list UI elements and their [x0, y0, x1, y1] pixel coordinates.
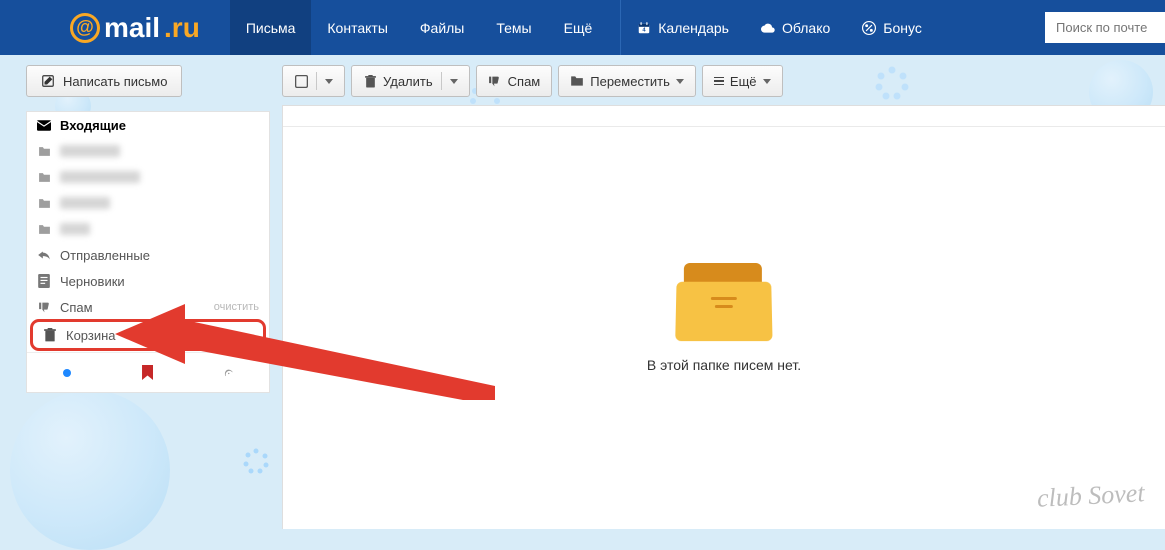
more-label: Ещё: [730, 74, 757, 89]
cloud-icon: [761, 21, 775, 35]
menu-icon: [714, 77, 724, 86]
service-cloud[interactable]: Облако: [745, 0, 846, 55]
reply-icon: [37, 248, 51, 262]
trash-icon: [363, 74, 377, 88]
folder-sent[interactable]: Отправленные: [27, 242, 269, 268]
chevron-down-icon: [676, 79, 684, 84]
folder-sent-label: Отправленные: [60, 248, 150, 263]
folder-custom-3[interactable]: [27, 190, 269, 216]
delete-label: Удалить: [383, 74, 433, 89]
nav-tabs: Письма Контакты Файлы Темы Ещё: [230, 0, 608, 55]
folder-drafts-label: Черновики: [60, 274, 125, 289]
folder-custom-2[interactable]: [27, 164, 269, 190]
folder-filter-row: 𝄐: [27, 352, 269, 392]
chevron-down-icon: [763, 79, 771, 84]
folder-spam-label: Спам: [60, 300, 93, 315]
nav-services: 4 Календарь Облако Бонус: [620, 0, 938, 55]
thumbdown-icon: [488, 74, 502, 88]
more-button[interactable]: Ещё: [702, 65, 783, 97]
inbox-icon: [37, 118, 51, 132]
folder-icon: [37, 170, 51, 184]
flag-icon[interactable]: [142, 365, 153, 380]
service-calendar[interactable]: 4 Календарь: [621, 0, 745, 55]
tab-themes[interactable]: Темы: [480, 0, 547, 55]
folder-icon: [37, 222, 51, 236]
service-bonus-label: Бонус: [883, 20, 922, 36]
empty-folder-icon: [676, 263, 772, 341]
folder-custom-4[interactable]: [27, 216, 269, 242]
folder-custom-1[interactable]: [27, 138, 269, 164]
logo-at-icon: @: [70, 13, 100, 43]
tab-files[interactable]: Файлы: [404, 0, 480, 55]
folder-spam[interactable]: Спам очистить: [27, 294, 269, 320]
move-button[interactable]: Переместить: [558, 65, 696, 97]
top-header: @ mail .ru Письма Контакты Файлы Темы Ещ…: [0, 0, 1165, 55]
compose-label: Написать письмо: [63, 74, 167, 89]
chevron-down-icon: [325, 79, 333, 84]
trash-icon: [43, 328, 57, 342]
folder-inbox-label: Входящие: [60, 118, 126, 133]
thumbdown-icon: [37, 300, 51, 314]
tab-contacts[interactable]: Контакты: [311, 0, 403, 55]
select-all-button[interactable]: [282, 65, 345, 97]
empty-state: В этой папке писем нет.: [647, 263, 801, 373]
folder-inbox[interactable]: Входящие: [27, 112, 269, 138]
percent-icon: [862, 21, 876, 35]
service-bonus[interactable]: Бонус: [846, 0, 938, 55]
chevron-down-icon: [450, 79, 458, 84]
tab-more[interactable]: Ещё: [548, 0, 609, 55]
mail-content-pane: В этой папке писем нет.: [282, 105, 1165, 529]
folder-trash-label: Корзина: [66, 328, 116, 343]
logo[interactable]: @ mail .ru: [0, 12, 230, 44]
spam-button[interactable]: Спам: [476, 65, 553, 97]
service-calendar-label: Календарь: [658, 20, 729, 36]
folder-list: Входящие Отправленные Черновики Спам очи…: [26, 111, 270, 393]
tab-mail[interactable]: Письма: [230, 0, 312, 55]
spam-clear-link[interactable]: очистить: [214, 301, 259, 313]
move-label: Переместить: [590, 74, 670, 89]
attachment-icon[interactable]: 𝄐: [220, 362, 237, 382]
mail-toolbar: Удалить Спам Переместить Ещё: [270, 55, 1165, 97]
calendar-icon: 4: [637, 21, 651, 35]
unread-dot-icon[interactable]: [63, 369, 71, 377]
checkbox-icon: [294, 74, 308, 88]
search-input[interactable]: [1045, 12, 1165, 43]
compose-button[interactable]: Написать письмо: [26, 65, 182, 97]
empty-text: В этой папке писем нет.: [647, 357, 801, 373]
service-cloud-label: Облако: [782, 20, 830, 36]
folder-icon: [37, 196, 51, 210]
drafts-icon: [37, 274, 51, 288]
spam-label: Спам: [508, 74, 541, 89]
logo-text-mail: mail: [104, 12, 160, 44]
delete-button[interactable]: Удалить: [351, 65, 470, 97]
folder-trash[interactable]: Корзина: [33, 322, 263, 348]
folder-icon: [37, 144, 51, 158]
folder-icon: [570, 74, 584, 88]
compose-icon: [41, 74, 55, 88]
logo-text-ru: .ru: [164, 12, 200, 44]
folder-drafts[interactable]: Черновики: [27, 268, 269, 294]
